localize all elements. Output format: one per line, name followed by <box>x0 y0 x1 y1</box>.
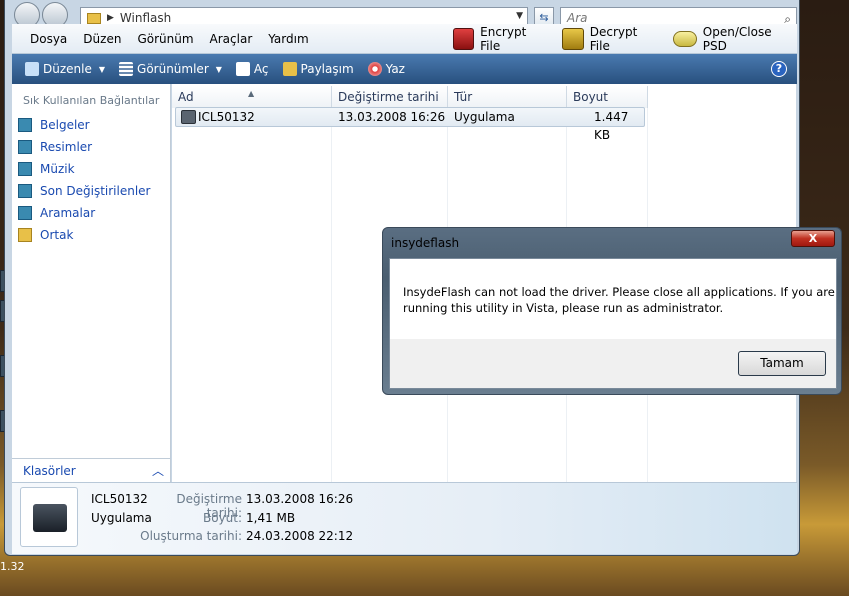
views-button[interactable]: Görünümler ▼ <box>112 62 229 76</box>
menu-edit[interactable]: Düzen <box>75 32 129 46</box>
details-pane: ICL50132 Uygulama Değiştirme tarihi: 13.… <box>12 482 797 554</box>
favorite-label: Ortak <box>40 228 74 242</box>
column-divider <box>331 108 332 482</box>
favorite-label: Belgeler <box>40 118 90 132</box>
disc-icon <box>367 62 382 76</box>
burn-button[interactable]: Yaz <box>361 62 412 76</box>
favorite-links-title: Sık Kullanılan Bağlantılar <box>23 94 160 107</box>
favorite-label: Son Değiştirilenler <box>40 184 151 198</box>
address-path: Winflash <box>119 11 172 25</box>
open-label: Aç <box>253 62 269 76</box>
navigation-pane: Sık Kullanılan Bağlantılar Belgeler Resi… <box>12 84 171 482</box>
table-row[interactable]: ICL50132 13.03.2008 16:26 Uygulama 1.447… <box>175 107 645 142</box>
column-header-size[interactable]: Boyut <box>567 86 648 108</box>
menu-file[interactable]: Dosya <box>22 32 75 46</box>
favorite-public[interactable]: Ortak <box>18 228 73 242</box>
decrypt-file-button[interactable]: Decrypt File <box>562 25 659 53</box>
dialog-title: insydeflash <box>391 236 460 250</box>
box-icon <box>33 504 67 532</box>
folders-label: Klasörler <box>23 463 76 478</box>
folders-toggle[interactable]: Klasörler ︿ <box>12 458 170 482</box>
favorite-recent[interactable]: Son Değiştirilenler <box>18 184 150 198</box>
share-label: Paylaşım <box>300 62 354 76</box>
file-name: ICL50132 <box>198 110 255 124</box>
burn-label: Yaz <box>385 62 405 76</box>
searches-icon <box>18 206 32 220</box>
help-icon[interactable]: ? <box>771 61 787 77</box>
close-icon[interactable]: X <box>791 230 835 247</box>
details-created-label: Oluşturma tarihi: <box>140 529 242 543</box>
file-modified: 13.03.2008 16:26 <box>338 110 446 124</box>
sort-ascending-icon: ▲ <box>248 89 255 98</box>
favorite-label: Müzik <box>40 162 75 176</box>
column-header-type[interactable]: Tür <box>448 86 567 108</box>
pictures-icon <box>18 140 32 154</box>
application-large-icon <box>20 487 78 547</box>
dialog-message: InsydeFlash can not load the driver. Ple… <box>390 259 836 339</box>
lock-icon <box>452 27 475 50</box>
folder-icon <box>18 228 32 242</box>
favorite-searches[interactable]: Aramalar <box>18 206 95 220</box>
views-label: Görünümler <box>137 62 209 76</box>
organize-label: Düzenle <box>43 62 92 76</box>
document-icon <box>235 62 250 76</box>
column-header-label: Değiştirme tarihi <box>338 90 439 104</box>
encrypt-file-button[interactable]: Encrypt File <box>452 24 549 53</box>
decrypt-file-label: Decrypt File <box>589 24 638 53</box>
favorite-label: Resimler <box>40 140 93 154</box>
application-icon <box>181 110 196 124</box>
ok-button[interactable]: Tamam <box>738 351 826 376</box>
chevron-down-icon: ▼ <box>98 64 106 74</box>
file-size: 1.447 KB <box>594 110 629 142</box>
views-icon <box>119 62 134 76</box>
share-icon <box>282 62 297 76</box>
menu-help[interactable]: Yardım <box>260 32 316 46</box>
menu-bar: Dosya Düzen Görünüm Araçlar Yardım Encry… <box>12 24 797 54</box>
menu-tools[interactable]: Araçlar <box>202 32 261 46</box>
organize-icon <box>25 62 39 76</box>
open-button[interactable]: Aç <box>229 62 276 76</box>
dialog-body: InsydeFlash can not load the driver. Ple… <box>389 258 837 389</box>
favorite-pictures[interactable]: Resimler <box>18 140 92 154</box>
open-close-psd-label: Open/Close PSD <box>702 24 772 53</box>
open-close-psd-button[interactable]: Open/Close PSD <box>673 25 797 53</box>
address-dropdown-icon[interactable]: ▼ <box>516 11 523 21</box>
encrypt-file-label: Encrypt File <box>480 24 527 53</box>
chevron-down-icon: ▼ <box>215 64 222 74</box>
column-header-name[interactable]: Ad ▲ <box>172 86 332 108</box>
menu-view[interactable]: Görünüm <box>129 32 201 46</box>
unlock-icon <box>562 27 584 50</box>
recent-icon <box>18 184 32 198</box>
details-size-label: Boyut: <box>202 511 242 525</box>
share-button[interactable]: Paylaşım <box>276 62 361 76</box>
favorite-documents[interactable]: Belgeler <box>18 118 90 132</box>
search-placeholder: Ara <box>567 11 588 25</box>
favorite-music[interactable]: Müzik <box>18 162 75 176</box>
error-dialog: insydeflash X InsydeFlash can not load t… <box>382 227 842 395</box>
details-file-name: ICL50132 <box>91 492 148 506</box>
column-header-label: Boyut <box>573 90 608 104</box>
file-type: Uygulama <box>454 110 515 124</box>
folder-icon <box>87 12 101 24</box>
breadcrumb-arrow-icon: ▶ <box>107 13 114 23</box>
drive-icon <box>673 30 697 47</box>
music-icon <box>18 162 32 176</box>
details-size-value: 1,41 MB <box>246 511 296 525</box>
documents-icon <box>18 118 32 132</box>
command-bar: Düzenle ▼ Görünümler ▼ Aç Paylaşım Yaz ? <box>12 54 797 84</box>
desktop-label: 1.32 <box>0 560 25 573</box>
column-header-modified[interactable]: Değiştirme tarihi <box>332 86 448 108</box>
favorite-label: Aramalar <box>40 206 96 220</box>
column-header-label: Ad <box>178 90 194 104</box>
organize-button[interactable]: Düzenle ▼ <box>18 62 112 76</box>
details-modified-value: 13.03.2008 16:26 <box>246 492 354 506</box>
chevron-up-icon: ︿ <box>151 464 164 478</box>
details-created-value: 24.03.2008 22:12 <box>246 529 354 543</box>
column-header-label: Tür <box>454 90 473 104</box>
